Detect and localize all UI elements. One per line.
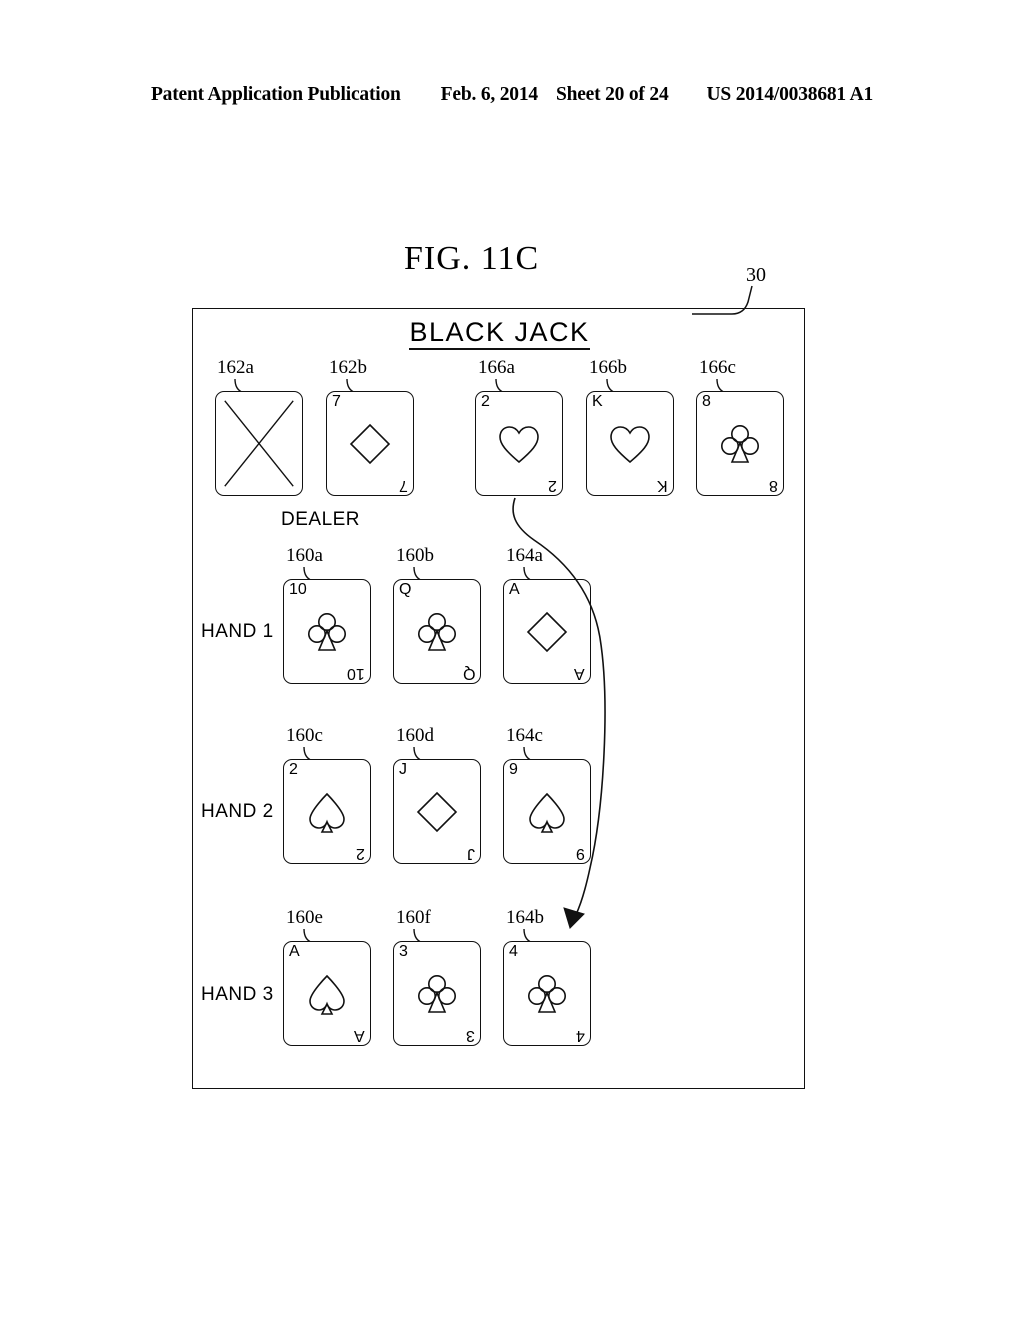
card-rank-top-left: K (592, 393, 603, 410)
ref-label-164b: 164b (506, 907, 544, 928)
ref-label-166b: 166b (589, 357, 627, 378)
card-166b-king-heart[interactable]: K K (586, 391, 674, 496)
card-160d-jack-diamond[interactable]: J J (393, 759, 481, 864)
card-rank-top-left: 2 (289, 761, 298, 778)
card-rank-bottom-right: 2 (356, 845, 365, 862)
card-rank-top-left: 4 (509, 943, 518, 960)
ref-label-162b: 162b (329, 357, 367, 378)
card-164c-9-spade[interactable]: 9 9 (503, 759, 591, 864)
club-icon (304, 609, 350, 655)
card-rank-bottom-right: J (467, 845, 475, 862)
hand-3-row-label: HAND 3 (201, 984, 274, 1005)
card-rank-top-left: 3 (399, 943, 408, 960)
publication-label: Patent Application Publication (150, 84, 401, 105)
card-164a-ace-diamond[interactable]: A A (503, 579, 591, 684)
ref-label-160c: 160c (286, 725, 323, 746)
card-rank-bottom-right: A (354, 1027, 365, 1044)
spade-icon (304, 789, 350, 835)
card-166c-8-club[interactable]: 8 8 (696, 391, 784, 496)
publication-date: Feb. 6, 2014 (440, 84, 538, 105)
card-rank-top-left: J (399, 761, 407, 778)
hand-2-row-label: HAND 2 (201, 801, 274, 822)
card-rank-bottom-right: 9 (576, 845, 585, 862)
diamond-icon (347, 421, 393, 467)
ref-label-166c: 166c (699, 357, 736, 378)
card-rank-top-left: A (509, 581, 520, 598)
ref-label-164a: 164a (506, 545, 543, 566)
ref-label-160e: 160e (286, 907, 323, 928)
card-rank-top-left: 8 (702, 393, 711, 410)
ref-label-164c: 164c (506, 725, 543, 746)
dealer-row-label: DEALER (281, 509, 361, 530)
game-title: BLACK JACK (193, 317, 806, 350)
game-title-text: BLACK JACK (409, 317, 590, 350)
hand-1-row-label: HAND 1 (201, 621, 274, 642)
ref-label-160d: 160d (396, 725, 434, 746)
sheet-number: Sheet 20 of 24 (555, 84, 669, 105)
ref-label-160f: 160f (396, 907, 431, 928)
card-166a-2-heart[interactable]: 2 2 (475, 391, 563, 496)
card-162a-dealer-facedown[interactable] (215, 391, 303, 496)
publication-header: Patent Application Publication Feb. 6, 2… (0, 84, 1024, 106)
card-160b-queen-club[interactable]: Q Q (393, 579, 481, 684)
card-rank-bottom-right: K (657, 477, 668, 494)
spade-icon (304, 971, 350, 1017)
ref-label-160b: 160b (396, 545, 434, 566)
card-rank-bottom-right: 7 (399, 477, 408, 494)
card-rank-bottom-right: A (574, 665, 585, 682)
card-rank-bottom-right: Q (462, 665, 475, 682)
ref-label-162a: 162a (217, 357, 254, 378)
card-160a-10-club[interactable]: 10 10 (283, 579, 371, 684)
club-icon (414, 971, 460, 1017)
card-rank-top-left: 2 (481, 393, 490, 410)
heart-icon (607, 421, 653, 467)
patent-number: US 2014/0038681 A1 (706, 84, 874, 105)
card-rank-top-left: A (289, 943, 300, 960)
card-160f-3-club[interactable]: 3 3 (393, 941, 481, 1046)
card-rank-top-left: 10 (289, 581, 307, 598)
club-icon (524, 971, 570, 1017)
card-162b-dealer-7-diamond[interactable]: 7 7 (326, 391, 414, 496)
diamond-icon (414, 789, 460, 835)
reference-numeral-30: 30 (746, 264, 766, 286)
card-160c-2-spade[interactable]: 2 2 (283, 759, 371, 864)
card-rank-top-left: 9 (509, 761, 518, 778)
card-rank-bottom-right: 4 (576, 1027, 585, 1044)
diamond-icon (524, 609, 570, 655)
spade-icon (524, 789, 570, 835)
card-rank-bottom-right: 2 (548, 477, 557, 494)
ref-label-160a: 160a (286, 545, 323, 566)
card-164b-4-club[interactable]: 4 4 (503, 941, 591, 1046)
ref-label-166a: 166a (478, 357, 515, 378)
card-rank-bottom-right: 8 (769, 477, 778, 494)
card-rank-bottom-right: 3 (466, 1027, 475, 1044)
heart-icon (496, 421, 542, 467)
card-rank-top-left: Q (399, 581, 412, 598)
figure-title: FIG. 11C (404, 240, 540, 277)
card-160e-ace-spade[interactable]: A A (283, 941, 371, 1046)
card-rank-top-left: 7 (332, 393, 341, 410)
card-rank-bottom-right: 10 (347, 665, 365, 682)
game-screen-panel: BLACK JACK 162a 162b 7 7 166a 2 2 166b K… (192, 308, 805, 1089)
club-icon (717, 421, 763, 467)
club-icon (414, 609, 460, 655)
face-down-x-icon (224, 400, 294, 487)
